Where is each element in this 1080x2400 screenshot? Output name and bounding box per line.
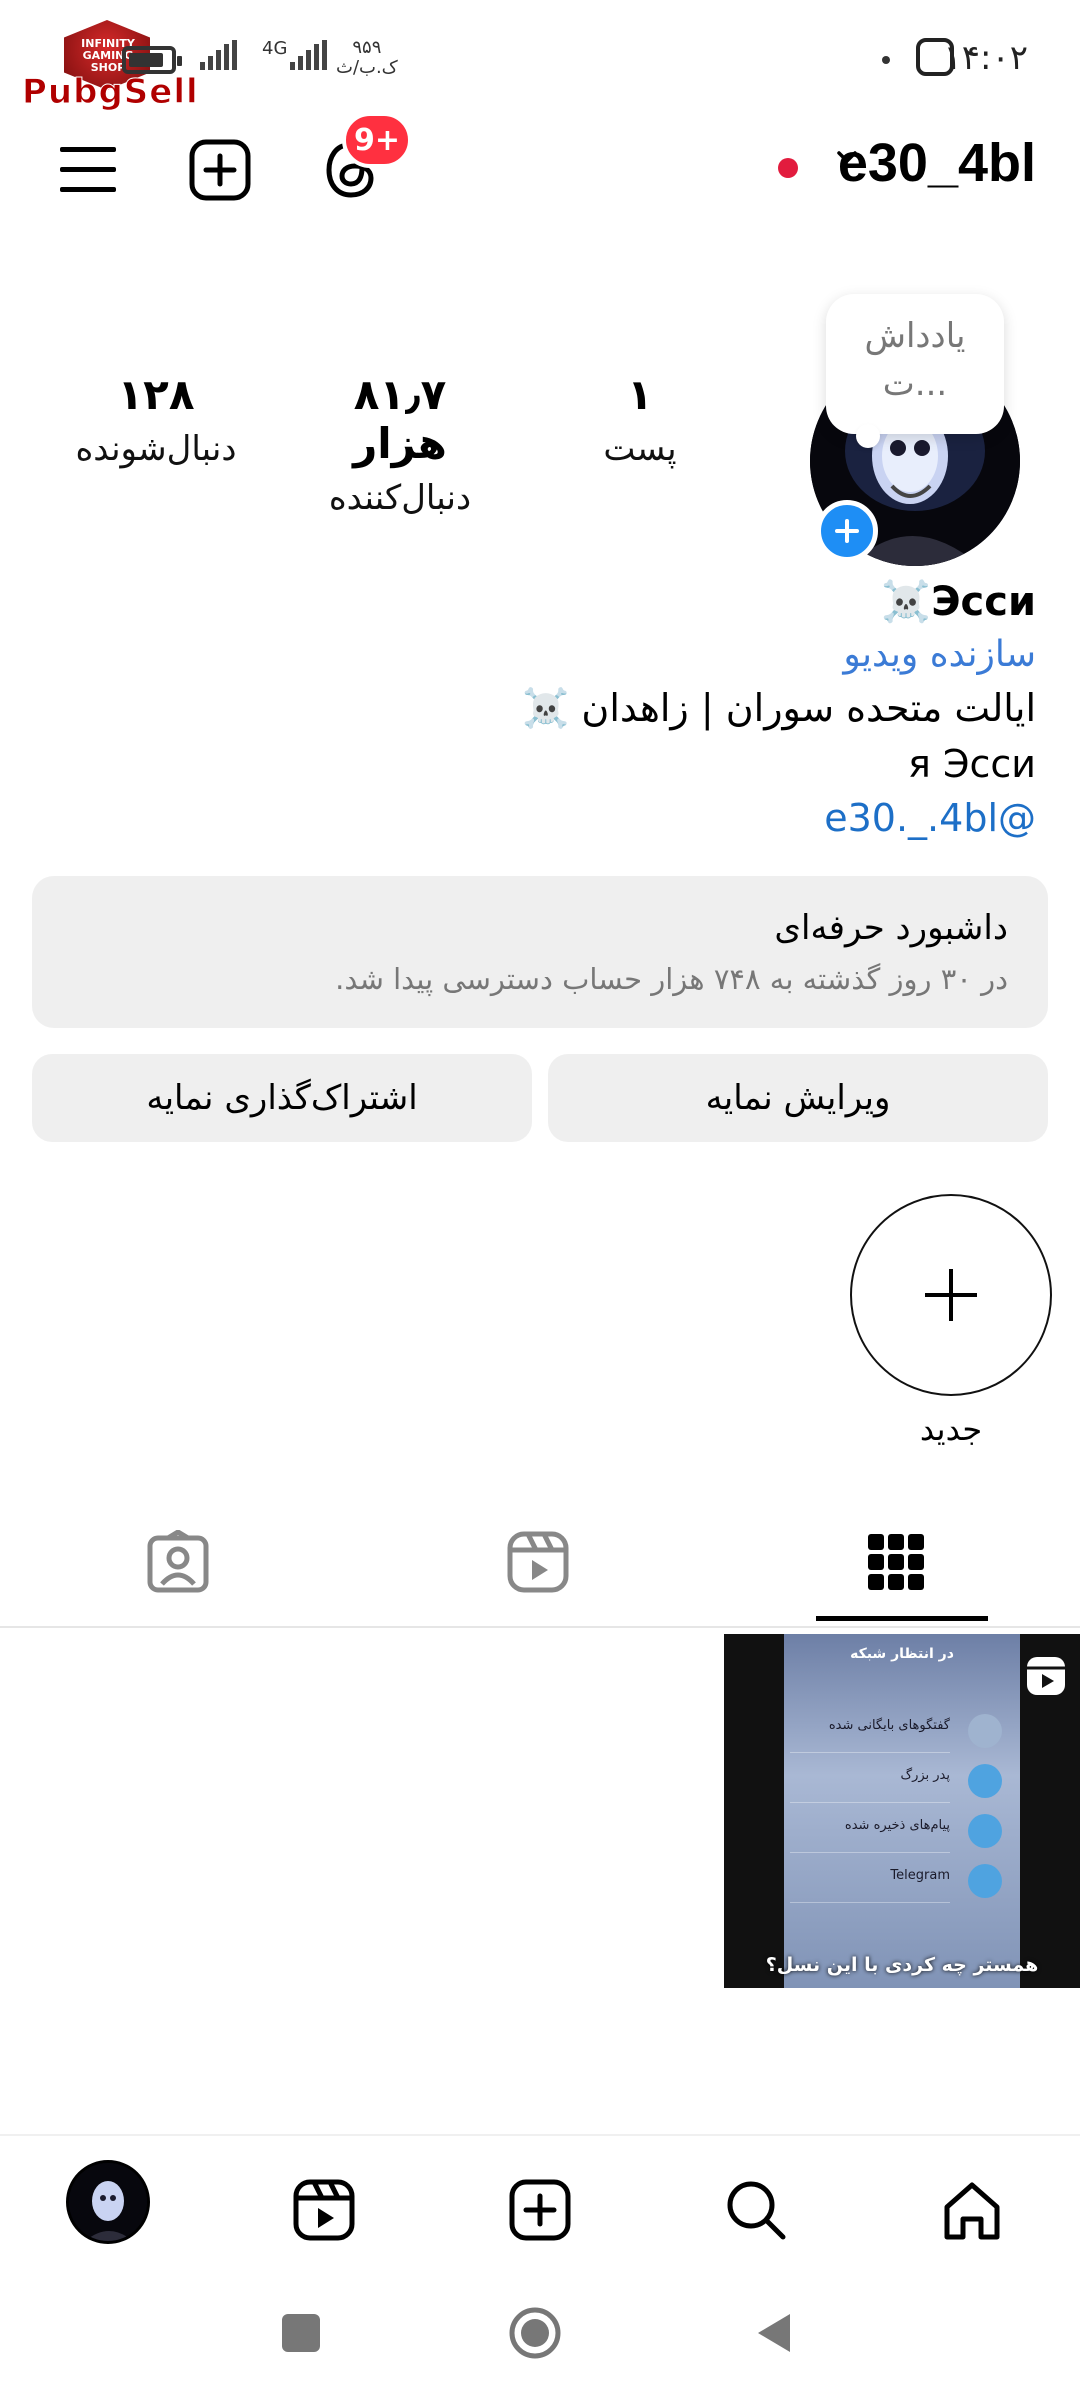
notification-dot (882, 56, 890, 64)
thumbnail-row: پیام‌های ذخیره شده (790, 1818, 950, 1853)
followers-label: دنبال‌کننده (328, 478, 472, 518)
nav-create[interactable] (502, 2172, 578, 2248)
profile-category[interactable]: سازنده ویدیو (843, 634, 1036, 675)
thumbnail-row-avatar (968, 1864, 1002, 1898)
note-text-line2: ت... (882, 364, 948, 404)
recents-button[interactable] (282, 2314, 320, 2352)
profile-name: Эсси☠️ (881, 579, 1036, 625)
tagged-person-icon (147, 1529, 209, 1593)
thumbnail-row-avatar (968, 1814, 1002, 1848)
nav-search[interactable] (718, 2172, 794, 2248)
hamburger-icon (60, 147, 116, 192)
post-caption: همستر چه کردی با این نسل؟ (765, 1954, 1039, 1976)
battery-icon (122, 46, 182, 74)
tab-tagged[interactable] (146, 1529, 216, 1600)
following-stat[interactable]: ۱۲۸ دنبال‌شونده (66, 370, 246, 469)
network-speed: ۹۵۹ ک.ب/ث (336, 38, 398, 78)
home-icon (944, 2182, 1000, 2240)
network-type: 4G (262, 38, 288, 59)
circle-home-icon (509, 2307, 561, 2359)
live-indicator-dot (778, 158, 798, 178)
thumbnail-row-avatar (968, 1714, 1002, 1748)
system-navigation-bar (0, 2290, 1080, 2400)
note-bubble[interactable]: یادداش ت... (826, 294, 1004, 448)
note-text-line1: یادداش (864, 316, 966, 356)
search-icon (727, 2181, 786, 2240)
thumbnail-row: پدر بزرگ (790, 1768, 950, 1803)
share-profile-label: اشتراک‌گذاری نمایه (146, 1078, 418, 1118)
threads-badge: 9+ (342, 112, 413, 168)
edit-profile-label: ویرایش نمایه (705, 1078, 891, 1118)
posts-label: پست (603, 429, 677, 469)
new-highlight-label: جدید (919, 1410, 983, 1448)
plus-icon (835, 519, 859, 543)
tab-reels[interactable] (506, 1530, 576, 1600)
username-switcher[interactable]: e30_4bl (838, 132, 1036, 194)
threads-handle-text: e30._.4bl@ (824, 796, 1036, 840)
thumbnail-row: گفتگوهای بایگانی شده (790, 1718, 950, 1753)
speed-value: ۹۵۹ (352, 37, 382, 58)
back-button[interactable] (752, 2310, 798, 2356)
post-thumbnail[interactable]: در انتظار شبکه گفتگوهای بایگانی شده پدر … (724, 1634, 1080, 1988)
dashboard-subtitle: در ۳۰ روز گذشته به ۷۴۸ هزار حساب دسترسی … (335, 962, 1008, 996)
thumbnail-screen-title: در انتظار شبکه (850, 1646, 954, 1662)
professional-dashboard[interactable]: داشبورد حرفه‌ای در ۳۰ روز گذشته به ۷۴۸ ه… (32, 876, 1048, 1028)
nav-reels[interactable] (286, 2172, 362, 2248)
watermark-brand: PubgSell (22, 72, 199, 113)
nav-home[interactable] (934, 2172, 1010, 2248)
followers-stat[interactable]: ۸۱٫۷ هزار دنبال‌کننده (300, 370, 500, 518)
grid-icon (868, 1534, 924, 1590)
add-story-button[interactable] (816, 500, 878, 562)
reels-icon (293, 2179, 355, 2241)
posts-count: ۱ (627, 370, 653, 419)
status-time: ۱۴:۰۲ (943, 38, 1028, 78)
plus-square-icon (189, 139, 251, 201)
back-triangle-icon (758, 2314, 790, 2352)
plus-icon (925, 1269, 977, 1321)
home-system-button[interactable] (508, 2306, 562, 2360)
bottom-navigation (0, 2134, 1080, 2276)
signal-icon (200, 40, 237, 70)
thumbnail-row-avatar (968, 1764, 1002, 1798)
thumbnail-image: در انتظار شبکه گفتگوهای بایگانی شده پدر … (784, 1634, 1020, 1988)
plus-square-icon (509, 2179, 571, 2241)
share-profile-button[interactable]: اشتراک‌گذاری نمایه (32, 1054, 532, 1142)
reels-icon (507, 1531, 569, 1593)
create-button[interactable] (184, 134, 256, 206)
posts-stat[interactable]: ۱ پست (580, 370, 700, 469)
edit-profile-button[interactable]: ویرایش نمایه (548, 1054, 1048, 1142)
followers-count: ۸۱٫۷ هزار (353, 370, 447, 468)
active-tab-indicator (816, 1616, 988, 1621)
profile-bio: я Эсси (908, 742, 1036, 786)
profile-location: ایالت متحده سوران | زاهدان ☠️ (522, 686, 1036, 730)
profile-avatar-icon (69, 2163, 147, 2241)
tab-grid[interactable] (866, 1532, 936, 1602)
profile-tab-bar (0, 1508, 1080, 1628)
reel-indicator-icon (1027, 1657, 1065, 1695)
status-bar: INFINITY GAMING SHOP PubgSell 4G ۹۵۹ ک.ب… (0, 0, 1080, 113)
nav-profile-avatar[interactable] (66, 2160, 150, 2244)
thumbnail-row: Telegram (790, 1868, 950, 1903)
dashboard-title: داشبورد حرفه‌ای (774, 908, 1008, 948)
menu-button[interactable] (52, 134, 124, 206)
following-count: ۱۲۸ (117, 370, 195, 419)
speed-unit: ک.ب/ث (336, 57, 398, 78)
following-label: دنبال‌شونده (75, 429, 237, 469)
threads-handle-link[interactable]: e30._.4bl@ (824, 796, 1036, 840)
signal-icon-2 (290, 40, 327, 70)
new-highlight-button[interactable] (850, 1194, 1052, 1396)
